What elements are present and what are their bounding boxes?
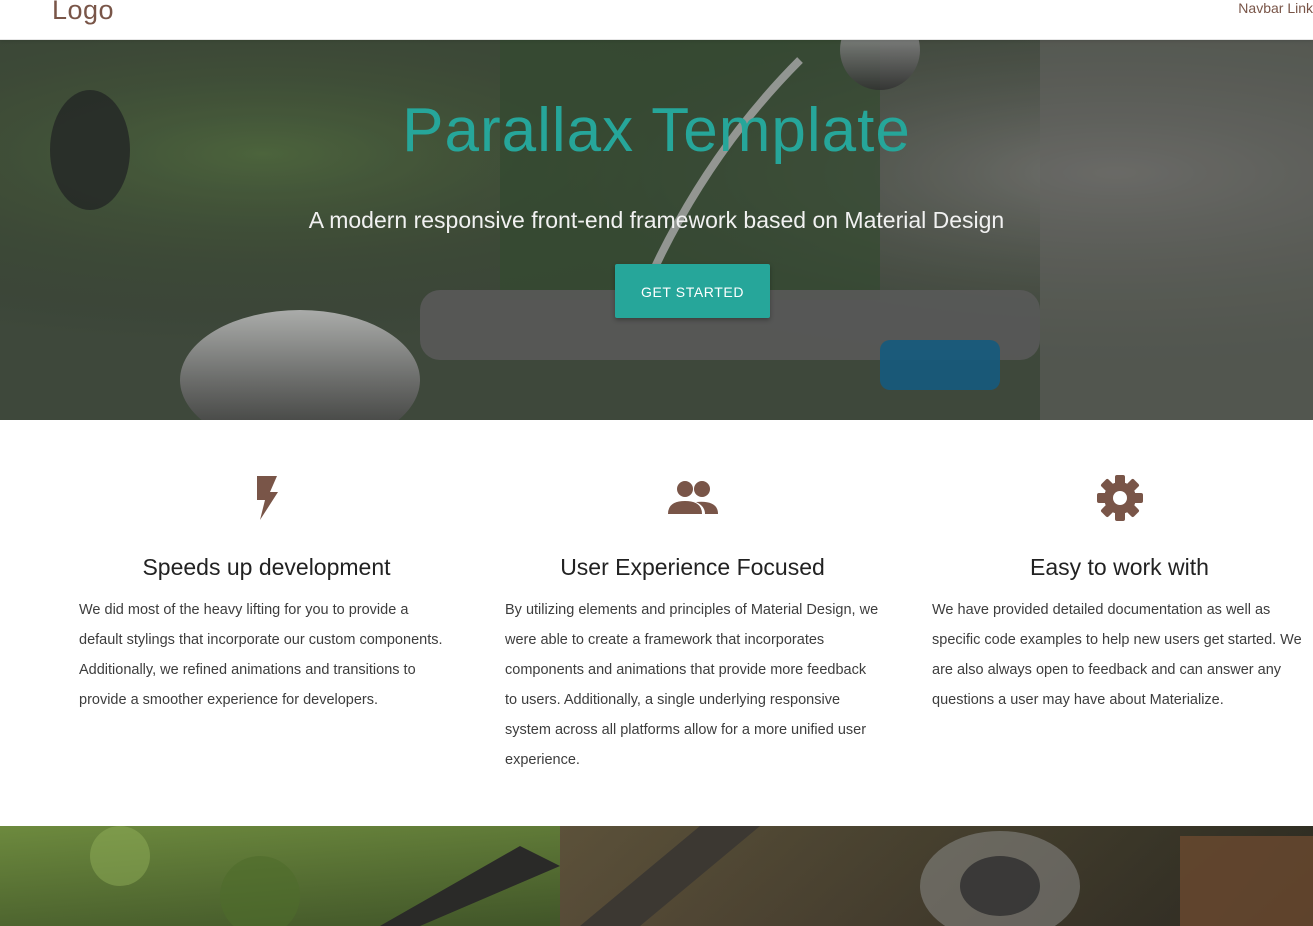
hero-parallax: Parallax Template A modern responsive fr…: [0, 40, 1313, 420]
bottom-background-image: [0, 826, 1313, 926]
hero-subtitle: A modern responsive front-end framework …: [308, 207, 1005, 233]
feature-text: We have provided detailed documentation …: [932, 602, 1302, 708]
flash-icon: [256, 476, 278, 520]
features-section: Speeds up development We did most of the…: [0, 420, 1313, 826]
bottom-parallax: [0, 826, 1313, 926]
feature-text: We did most of the heavy lifting for you…: [79, 602, 443, 708]
feature-title: Easy to work with: [1030, 554, 1209, 580]
navbar: Logo Navbar Link: [0, 0, 1313, 40]
feature-title: User Experience Focused: [560, 554, 825, 580]
hero-title: Parallax Template: [402, 96, 911, 165]
get-started-button[interactable]: GET STARTED: [615, 264, 770, 318]
feature-title: Speeds up development: [142, 554, 391, 580]
navbar-link[interactable]: Navbar Link: [1238, 0, 1313, 16]
settings-icon: [1096, 475, 1143, 521]
feature-text: By utilizing elements and principles of …: [505, 602, 879, 768]
group-icon: [667, 481, 718, 514]
logo-link[interactable]: Logo: [52, 0, 114, 27]
